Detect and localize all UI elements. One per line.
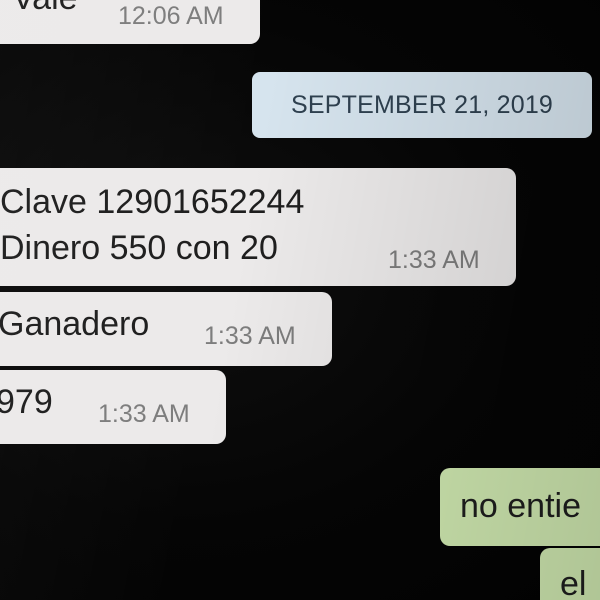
date-separator: SEPTEMBER 21, 2019 bbox=[252, 72, 592, 138]
message-bubble-outgoing[interactable]: no entie bbox=[440, 468, 600, 546]
chat-screen: Vale 12:06 AM SEPTEMBER 21, 2019 Clave 1… bbox=[0, 0, 600, 600]
message-timestamp: 1:33 AM bbox=[204, 322, 296, 350]
message-text-line: Dinero 550 con 20 bbox=[0, 229, 278, 267]
message-bubble-outgoing[interactable]: el bbox=[540, 548, 600, 600]
message-bubble-incoming[interactable]: 979 1:33 AM bbox=[0, 370, 226, 444]
message-text: 979 bbox=[0, 383, 53, 421]
message-text: Vale bbox=[12, 0, 78, 20]
message-bubble-incoming[interactable]: Vale 12:06 AM bbox=[0, 0, 260, 44]
message-text: no entie bbox=[460, 487, 581, 525]
message-timestamp: 1:33 AM bbox=[388, 246, 480, 274]
message-text: Ganadero bbox=[0, 305, 150, 343]
message-timestamp: 12:06 AM bbox=[118, 2, 224, 30]
message-text-line: Clave 12901652244 bbox=[0, 183, 305, 221]
message-timestamp: 1:33 AM bbox=[98, 400, 190, 428]
message-text: el bbox=[560, 565, 587, 600]
message-bubble-incoming[interactable]: Clave 12901652244 Dinero 550 con 20 1:33… bbox=[0, 168, 516, 286]
message-bubble-incoming[interactable]: Ganadero 1:33 AM bbox=[0, 292, 332, 366]
